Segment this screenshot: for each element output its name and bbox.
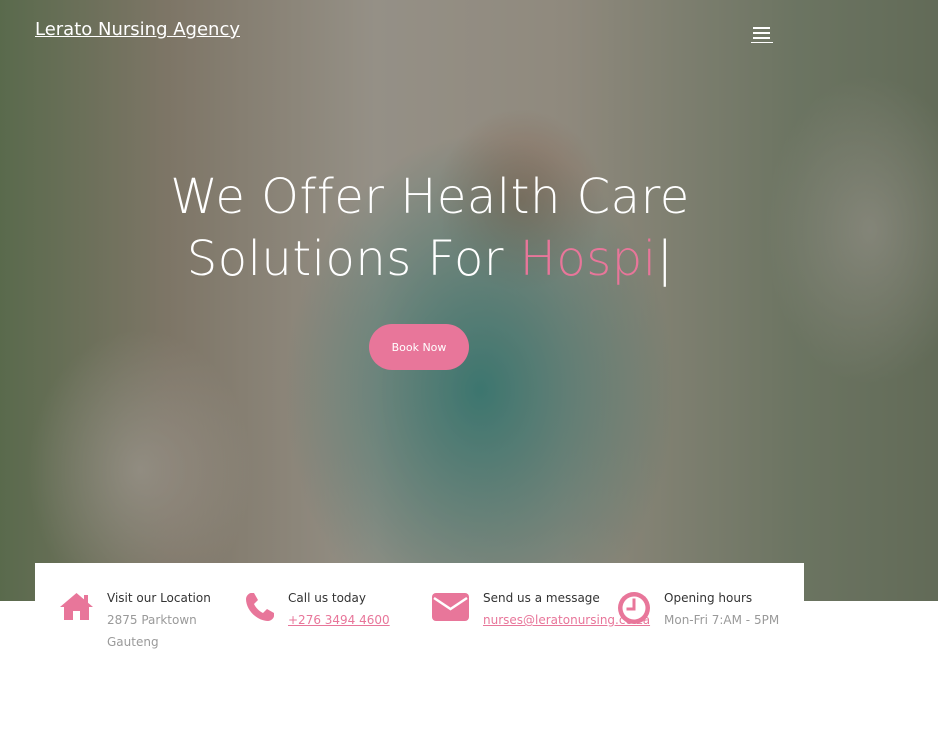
hero-headline: We Offer Health Care Solutions For Hospi… — [150, 166, 710, 290]
hero-typed-word: Hospi — [519, 231, 657, 287]
hamburger-icon-bar — [753, 32, 770, 34]
book-now-button[interactable]: Book Now — [369, 324, 469, 370]
hamburger-icon — [753, 27, 770, 29]
hamburger-icon-bar — [753, 37, 770, 39]
location-address-line1: 2875 Parktown — [107, 613, 197, 627]
hero-headline-line1: We Offer Health Care — [170, 169, 690, 225]
hours-value: Mon-Fri 7:AM - 5PM — [664, 613, 780, 627]
hamburger-menu-button[interactable] — [751, 25, 773, 43]
hero-headline-line2: Solutions For Hospi| — [150, 228, 710, 290]
typing-cursor: | — [656, 231, 674, 287]
brand-logo-link[interactable]: Lerato Nursing Agency — [35, 19, 240, 40]
hero-section: Lerato Nursing Agency We Offer Health Ca… — [0, 0, 938, 601]
location-address-line2: Gauteng — [107, 635, 159, 649]
phone-number-link[interactable]: +276 3494 4600 — [288, 613, 390, 627]
hero-headline-prefix: Solutions For — [186, 231, 520, 287]
